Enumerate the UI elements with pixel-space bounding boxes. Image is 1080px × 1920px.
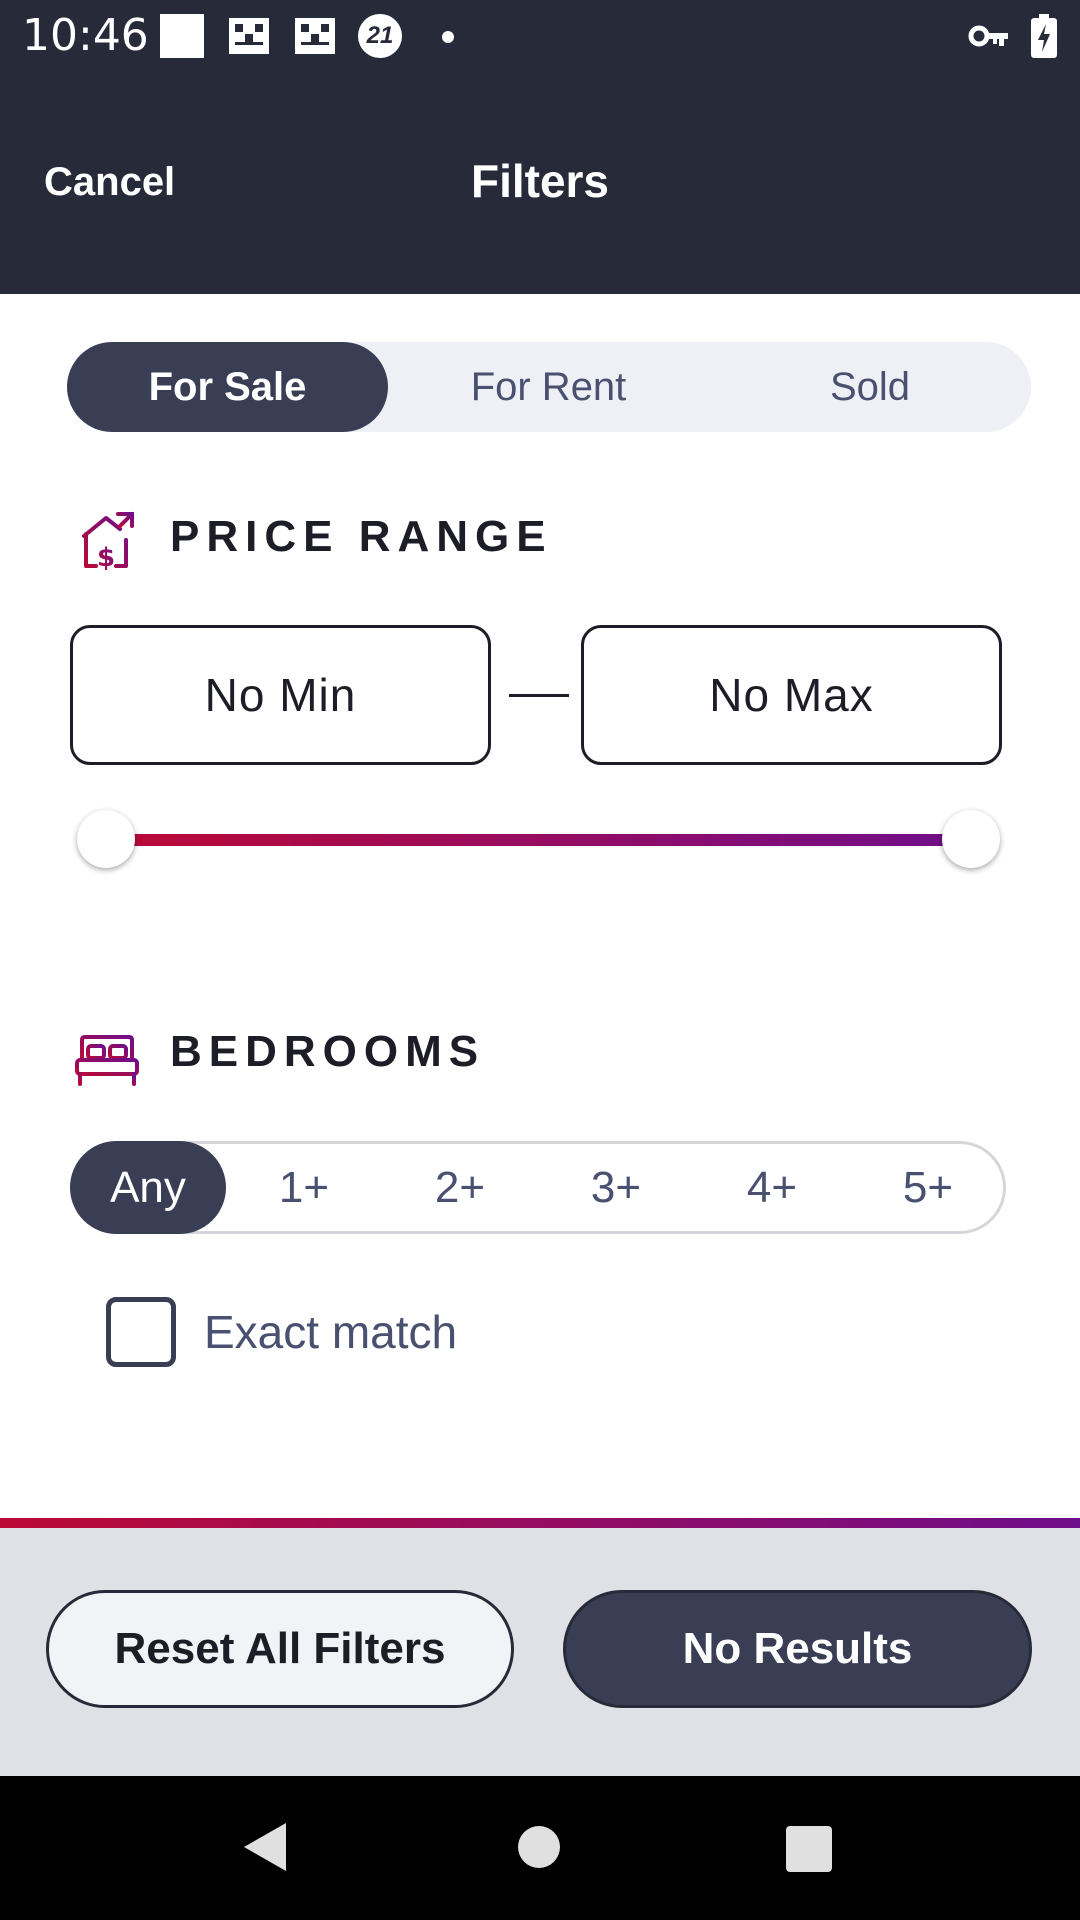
back-icon[interactable] bbox=[242, 1821, 288, 1873]
page-title: Filters bbox=[470, 155, 610, 207]
home-icon[interactable] bbox=[518, 1826, 560, 1868]
bedrooms-option-2[interactable]: 2+ bbox=[382, 1141, 538, 1234]
exact-match-checkbox[interactable] bbox=[106, 1297, 176, 1367]
exact-match-label: Exact match bbox=[204, 1306, 458, 1358]
bedrooms-option-5[interactable]: 5+ bbox=[850, 1141, 1006, 1234]
grid-icon bbox=[229, 18, 269, 54]
price-slider-track[interactable] bbox=[106, 834, 972, 846]
tab-for-sale[interactable]: For Sale bbox=[67, 342, 388, 432]
recents-icon[interactable] bbox=[786, 1826, 832, 1872]
tab-sold[interactable]: Sold bbox=[709, 342, 1031, 432]
listing-type-selector: For Sale For Rent Sold bbox=[67, 342, 1031, 432]
badge-21-icon: 21 bbox=[358, 14, 402, 58]
app-bar: Cancel Filters bbox=[0, 72, 1080, 294]
svg-text:$: $ bbox=[97, 543, 115, 570]
status-time: 10:46 bbox=[22, 10, 149, 61]
bedrooms-option-1[interactable]: 1+ bbox=[226, 1141, 382, 1234]
price-slider-min-handle[interactable] bbox=[77, 810, 135, 868]
bedrooms-option-3[interactable]: 3+ bbox=[538, 1141, 694, 1234]
system-nav-bar bbox=[0, 1776, 1080, 1920]
footer-gradient-divider bbox=[0, 1518, 1080, 1528]
grid-icon bbox=[295, 18, 335, 54]
vpn-key-icon bbox=[968, 25, 1008, 47]
range-divider bbox=[509, 694, 569, 697]
bedrooms-option-any[interactable]: Any bbox=[70, 1141, 226, 1234]
price-range-title: PRICE RANGE bbox=[170, 512, 553, 561]
bedrooms-option-4[interactable]: 4+ bbox=[694, 1141, 850, 1234]
house-dollar-icon: $ bbox=[82, 512, 134, 570]
battery-charging-icon bbox=[1031, 14, 1057, 58]
price-slider-max-handle[interactable] bbox=[942, 810, 1000, 868]
blank-square-icon bbox=[160, 14, 204, 58]
dot-icon bbox=[442, 31, 454, 43]
status-bar: 10:46 21 bbox=[0, 0, 1080, 72]
bedrooms-title: BEDROOMS bbox=[170, 1027, 486, 1076]
min-price-field[interactable]: No Min bbox=[70, 625, 491, 765]
bed-icon bbox=[75, 1035, 139, 1086]
reset-filters-button[interactable]: Reset All Filters bbox=[46, 1590, 514, 1708]
show-results-button[interactable]: No Results bbox=[563, 1590, 1032, 1708]
tab-for-rent[interactable]: For Rent bbox=[388, 342, 709, 432]
max-price-field[interactable]: No Max bbox=[581, 625, 1002, 765]
